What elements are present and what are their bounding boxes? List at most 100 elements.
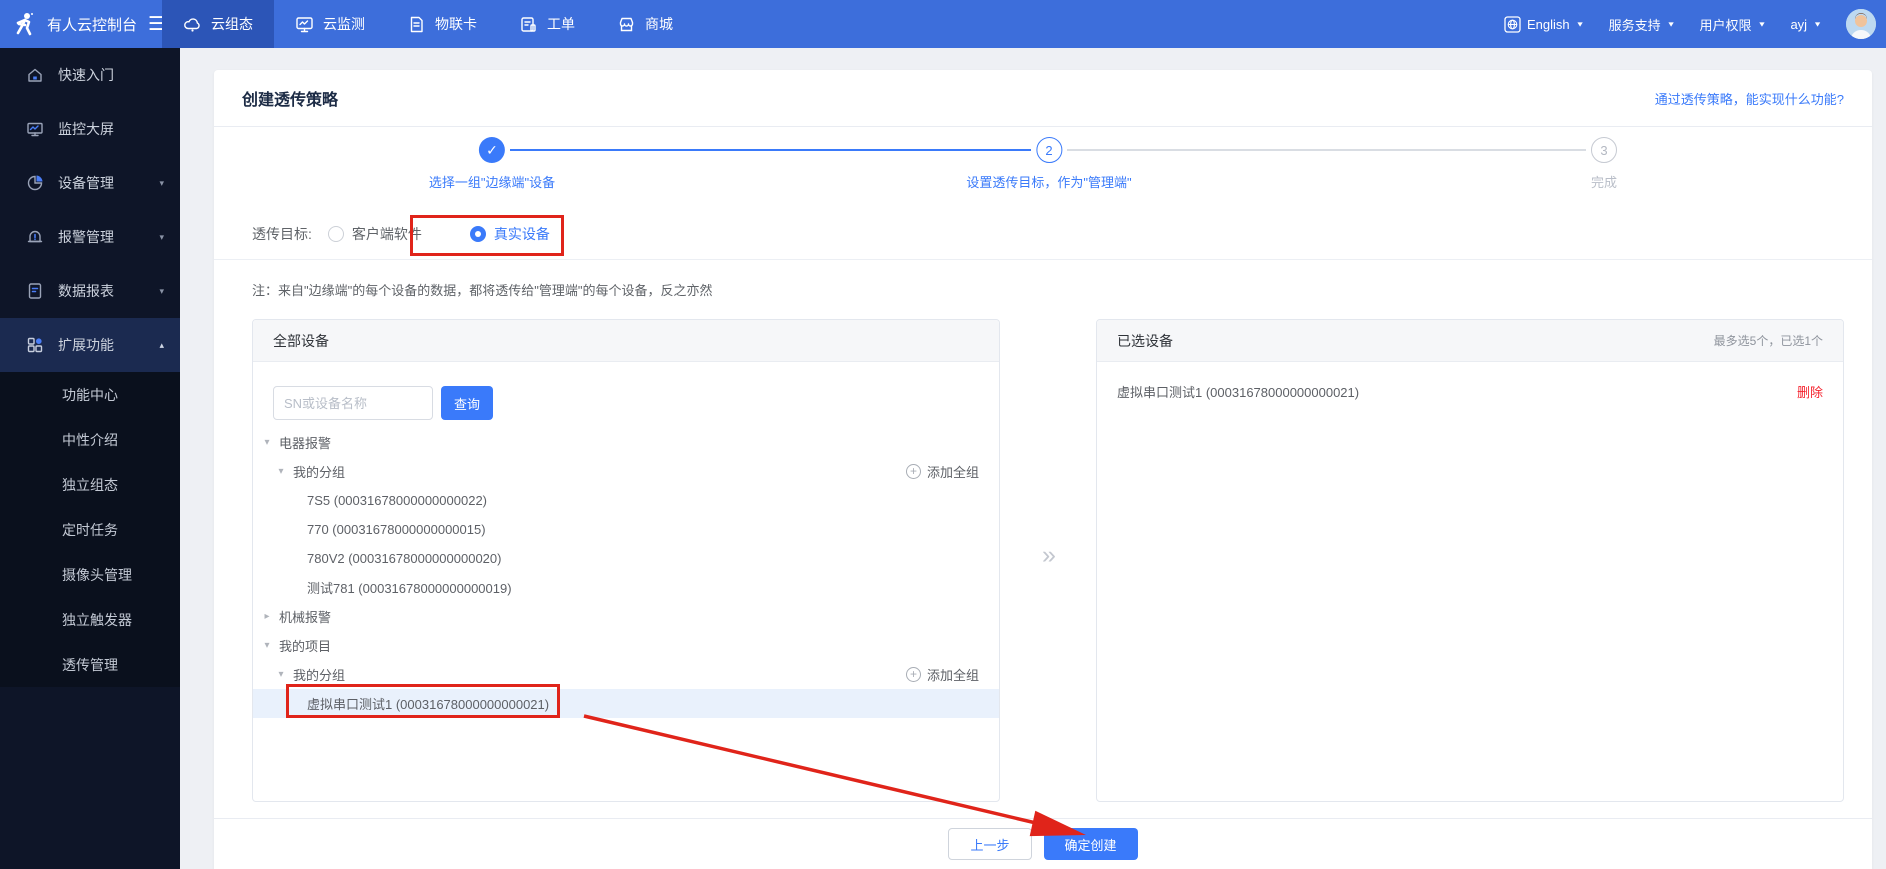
usr-logo-icon <box>12 11 38 37</box>
delete-link[interactable]: 删除 <box>1797 382 1823 401</box>
tab-cloud-scada[interactable]: 云组态 <box>162 0 274 48</box>
sidebar-item-extended-functions[interactable]: 扩展功能 ▴ <box>0 318 180 372</box>
search-input[interactable] <box>273 386 433 420</box>
tree-device-row[interactable]: 780V2 (00031678000000000020) <box>253 544 999 573</box>
step-1: ✓ 选择一组"边缘端"设备 <box>429 137 555 191</box>
tree-device-row[interactable]: 7S5 (00031678000000000022) <box>253 486 999 515</box>
tab-cloud-monitor[interactable]: 云监测 <box>274 0 386 48</box>
tree-device-row-selected[interactable]: 虚拟串口测试1 (00031678000000000021) <box>253 689 999 718</box>
chevron-down-icon: ▾ <box>159 177 164 188</box>
globe-icon <box>1504 15 1521 33</box>
search-button[interactable]: 查询 <box>441 386 493 420</box>
user-menu[interactable]: ayj ▼ <box>1790 17 1822 32</box>
page-title: 创建透传策略 <box>242 92 339 109</box>
selected-device-row: 虚拟串口测试1 (00031678000000000021) 删除 <box>1097 376 1843 406</box>
sidebar-item-device-management[interactable]: 设备管理 ▾ <box>0 156 180 210</box>
sidebar-item-quick-start[interactable]: 快速入门 <box>0 48 180 102</box>
caret-right-icon[interactable]: ▸ <box>261 611 273 622</box>
caret-down-icon[interactable]: ▾ <box>261 640 273 651</box>
step-connector-done <box>510 149 1031 151</box>
chevron-down-icon: ▼ <box>1757 20 1767 28</box>
radio-checked-icon[interactable] <box>469 226 486 242</box>
chevron-down-icon: ▼ <box>1813 20 1822 28</box>
nav-right: English ▼ 服务支持 ▼ 用户权限 ▼ ayj ▼ <box>1504 9 1886 39</box>
double-chevron-right-icon: » <box>1042 541 1056 569</box>
sidebar-subitem-neutral-intro[interactable]: 中性介绍 <box>0 417 180 462</box>
tree-group-row[interactable]: ▾ 我的分组 + 添加全组 <box>253 660 999 689</box>
create-policy-card: 创建透传策略 通过透传策略，能实现什么功能? ✓ 选择一组"边缘端"设备 2 设… <box>214 70 1872 869</box>
language-selector[interactable]: English ▼ <box>1504 15 1585 33</box>
radio-client-software[interactable]: 客户端软件 <box>327 224 422 244</box>
divider <box>214 259 1872 260</box>
tree-device-row[interactable]: 测试781 (00031678000000000019) <box>253 573 999 602</box>
sidebar-item-alarm-management[interactable]: 报警管理 ▾ <box>0 210 180 264</box>
app-title: 有人云控制台 <box>47 16 138 34</box>
avatar[interactable] <box>1846 9 1876 39</box>
confirm-create-button[interactable]: 确定创建 <box>1043 828 1138 860</box>
device-tree: ▾ 电器报警 ▾ 我的分组 + 添加全组 7S5 (00031678000000… <box>253 428 999 718</box>
sidebar-subitem-standalone-trigger[interactable]: 独立触发器 <box>0 597 180 642</box>
work-order-icon <box>519 15 538 34</box>
stepper: ✓ 选择一组"边缘端"设备 2 设置透传目标，作为"管理端" 3 完成 <box>214 127 1872 203</box>
sim-card-icon <box>407 15 426 34</box>
tree-group-row[interactable]: ▾ 我的分组 + 添加全组 <box>253 457 999 486</box>
step-3-number: 3 <box>1590 137 1617 163</box>
nav-left: 有人云控制台 ☰ <box>0 11 165 37</box>
sidebar-subitem-function-center[interactable]: 功能中心 <box>0 372 180 417</box>
sidebar-item-data-report[interactable]: 数据报表 ▾ <box>0 264 180 318</box>
sidebar-subitem-camera-management[interactable]: 摄像头管理 <box>0 552 180 597</box>
sidebar: 快速入门 监控大屏 设备管理 ▾ 报警管理 ▾ 数据报表 ▾ 扩展功能 ▴ 功能… <box>0 48 180 869</box>
tab-iot-card[interactable]: 物联卡 <box>386 0 498 48</box>
all-devices-panel: 全部设备 查询 ▾ 电器报警 ▾ 我的分组 + <box>252 319 1000 802</box>
caret-down-icon[interactable]: ▾ <box>275 669 287 680</box>
store-icon <box>617 15 636 34</box>
step-1-check-icon: ✓ <box>478 137 505 163</box>
grid-icon <box>26 336 44 354</box>
caret-down-icon[interactable]: ▾ <box>275 466 287 477</box>
sidebar-subitem-scheduled-tasks[interactable]: 定时任务 <box>0 507 180 552</box>
transfer-target-row: 透传目标: 客户端软件 真实设备 <box>252 215 1872 253</box>
step-2: 2 设置透传目标，作为"管理端" <box>966 137 1132 191</box>
plus-circle-icon: + <box>905 464 921 479</box>
chevron-up-icon: ▴ <box>159 339 164 350</box>
nav-tabs: 云组态 云监测 物联卡 工单 商城 <box>162 0 694 48</box>
chevron-down-icon: ▼ <box>1575 20 1585 28</box>
note-text: 注：来自"边缘端"的每个设备的数据，都将透传给"管理端"的每个设备，反之亦然 <box>252 283 713 298</box>
service-support-menu[interactable]: 服务支持 ▼ <box>1609 15 1676 34</box>
previous-step-button[interactable]: 上一步 <box>948 828 1032 860</box>
radio-real-device[interactable]: 真实设备 <box>469 224 550 244</box>
tree-group-row[interactable]: ▸ 机械报警 <box>253 602 999 631</box>
plus-circle-icon: + <box>905 667 921 682</box>
transfer-target-label: 透传目标: <box>252 226 312 242</box>
tree-group-row[interactable]: ▾ 我的项目 <box>253 631 999 660</box>
all-devices-header: 全部设备 <box>253 320 999 362</box>
wizard-footer: 上一步 确定创建 <box>214 818 1872 869</box>
selection-limit-text: 最多选5个，已选1个 <box>1713 334 1823 348</box>
caret-down-icon[interactable]: ▾ <box>261 437 273 448</box>
step-2-number: 2 <box>1035 137 1062 163</box>
sidebar-item-monitor-screen[interactable]: 监控大屏 <box>0 102 180 156</box>
sidebar-subitem-passthrough-management[interactable]: 透传管理 <box>0 642 180 687</box>
radio-unchecked-icon[interactable] <box>327 226 344 242</box>
tree-group-row[interactable]: ▾ 电器报警 <box>253 428 999 457</box>
cloud-icon <box>183 15 202 34</box>
search-row: 查询 <box>273 386 999 420</box>
device-pie-icon <box>26 174 44 192</box>
selected-devices-header: 已选设备 最多选5个，已选1个 <box>1097 320 1843 362</box>
tree-device-row[interactable]: 770 (00031678000000000015) <box>253 515 999 544</box>
tab-mall[interactable]: 商城 <box>596 0 694 48</box>
step-3: 3 完成 <box>1590 137 1617 191</box>
add-group-button[interactable]: + 添加全组 <box>905 665 979 684</box>
add-group-button[interactable]: + 添加全组 <box>905 462 979 481</box>
report-icon <box>26 282 44 300</box>
user-permission-menu[interactable]: 用户权限 ▼ <box>1700 15 1767 34</box>
home-icon <box>26 66 44 84</box>
sidebar-subitem-standalone-scada[interactable]: 独立组态 <box>0 462 180 507</box>
help-link[interactable]: 通过透传策略，能实现什么功能? <box>1655 89 1844 108</box>
card-header: 创建透传策略 通过透传策略，能实现什么功能? <box>214 70 1872 127</box>
alarm-bell-icon <box>26 228 44 246</box>
tab-work-order[interactable]: 工单 <box>498 0 596 48</box>
chevron-down-icon: ▾ <box>159 285 164 296</box>
sidebar-submenu: 功能中心 中性介绍 独立组态 定时任务 摄像头管理 独立触发器 透传管理 <box>0 372 180 687</box>
screen-icon <box>26 120 44 138</box>
